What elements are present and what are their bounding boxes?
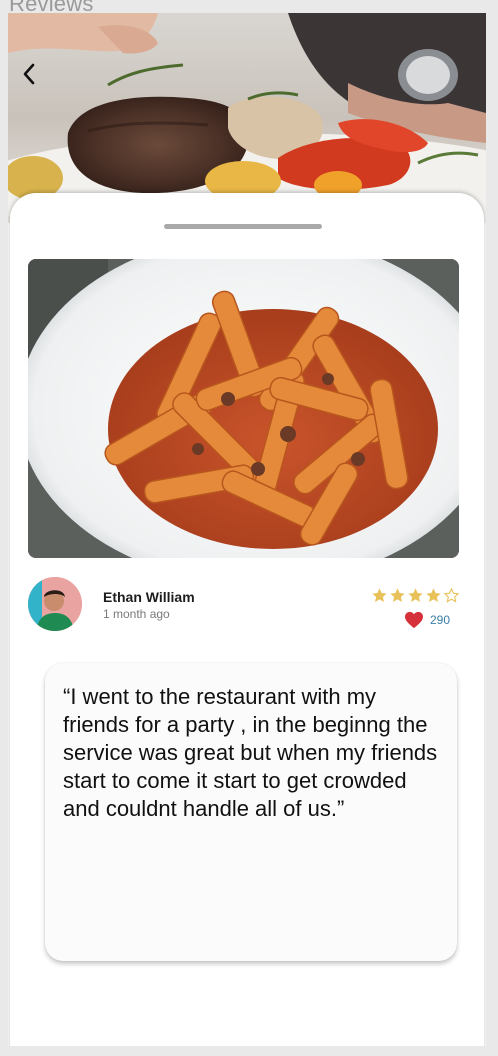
pasta-image bbox=[28, 259, 459, 558]
avatar[interactable] bbox=[28, 577, 82, 631]
sheet-drag-handle[interactable] bbox=[164, 224, 322, 229]
reviewer-photo bbox=[28, 577, 82, 631]
reviewer-info: Ethan William 1 month ago 290 bbox=[28, 577, 460, 637]
star-filled-icon bbox=[372, 588, 387, 602]
chevron-left-icon bbox=[23, 63, 35, 85]
hero-image bbox=[8, 13, 486, 223]
review-card: “I went to the restaurant with my friend… bbox=[45, 663, 457, 961]
review-text: “I went to the restaurant with my friend… bbox=[63, 684, 438, 821]
review-screen: Ethan William 1 month ago 290 “I went to… bbox=[8, 13, 486, 1046]
star-filled-icon bbox=[408, 588, 423, 602]
star-empty-icon bbox=[443, 587, 460, 603]
star-filled-icon bbox=[390, 588, 405, 602]
review-timestamp: 1 month ago bbox=[103, 607, 170, 621]
star-filled-icon bbox=[426, 588, 441, 602]
review-sheet: Ethan William 1 month ago 290 “I went to… bbox=[10, 193, 484, 1046]
star-rating bbox=[371, 587, 460, 604]
hero-photo bbox=[8, 13, 486, 223]
dish-photo bbox=[28, 259, 459, 558]
likes-count: 290 bbox=[429, 613, 450, 627]
likes: 290 bbox=[404, 611, 450, 629]
back-button[interactable] bbox=[22, 63, 48, 89]
heart-icon[interactable] bbox=[404, 611, 424, 629]
reviewer-name[interactable]: Ethan William bbox=[103, 589, 195, 605]
